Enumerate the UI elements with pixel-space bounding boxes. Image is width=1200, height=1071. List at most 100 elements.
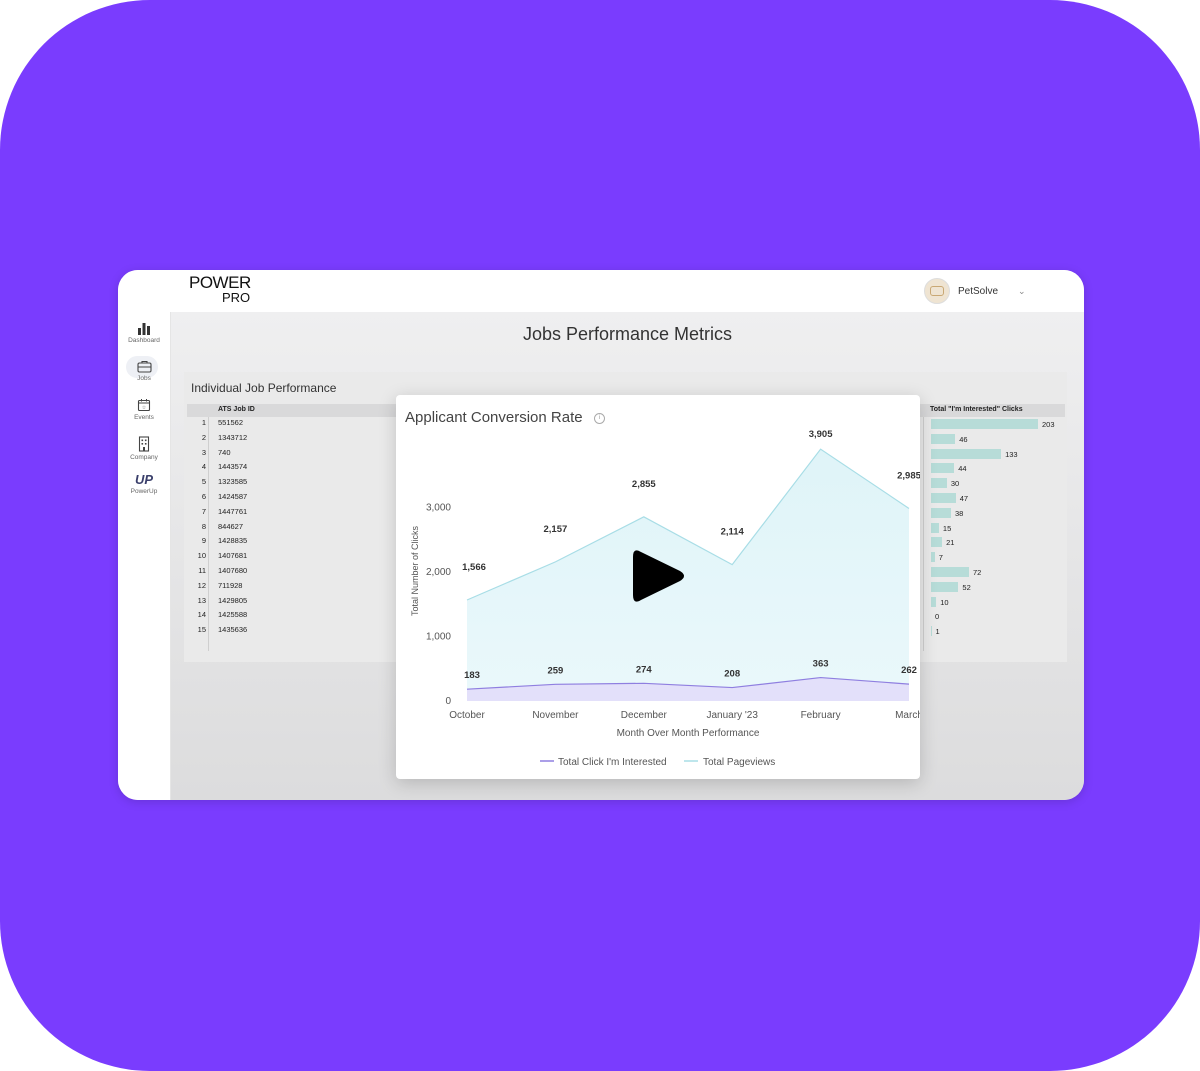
- row-number: 2: [201, 432, 206, 442]
- sidebar-label: PowerUp: [130, 488, 158, 495]
- pageviews-area: [467, 449, 909, 701]
- ats-job-id: 1447761: [218, 506, 248, 516]
- x-axis-title: Month Over Month Performance: [617, 728, 760, 739]
- pageviews-data-label: 2,114: [721, 527, 745, 538]
- page-title: Jobs Performance Metrics: [522, 324, 733, 344]
- x-tick-label: October: [449, 710, 485, 721]
- clicks-data-label: 363: [813, 659, 829, 670]
- sidebar-label: Company: [130, 454, 158, 461]
- clicks-value: 10: [940, 597, 949, 607]
- ats-job-id: 551562: [218, 418, 244, 427]
- sidebar-item-company[interactable]: Company: [118, 436, 170, 461]
- power-pro-logo[interactable]: POWER PRO: [189, 273, 251, 305]
- y-tick-label: 0: [445, 696, 451, 707]
- powerup-logo-icon: UP: [135, 472, 153, 486]
- col-ats-job-id[interactable]: ATS Job ID: [218, 406, 255, 413]
- sidebar-item-dashboard[interactable]: Dashboard: [118, 322, 170, 344]
- clicks-value: 30: [950, 479, 960, 489]
- chevron-down-icon[interactable]: ⌄: [1018, 286, 1026, 297]
- ats-job-id: 1425588: [218, 610, 248, 620]
- sidebar-item-events[interactable]: ☆ Events: [118, 398, 170, 421]
- bar-chart-icon: [138, 323, 150, 335]
- row-number: 9: [201, 536, 206, 546]
- clicks-value: 47: [959, 494, 969, 503]
- clicks-value: 0: [935, 612, 940, 622]
- top-bar: POWER PRO PetSolve ⌄: [118, 270, 1084, 312]
- ats-job-id: 1428835: [218, 536, 248, 546]
- ats-job-id: 1435636: [218, 625, 248, 635]
- conversion-chart: 0 1,000 2,000 3,000 October November December J…: [410, 429, 920, 768]
- pageviews-data-label: 3,905: [809, 429, 833, 440]
- ats-job-id: 711928: [218, 580, 243, 590]
- sidebar: Dashboard Jobs ☆ Events Company UP Power…: [118, 312, 171, 800]
- building-icon: [138, 436, 150, 452]
- pageviews-data-label: 2,855: [632, 479, 656, 490]
- ats-job-id: 844627: [218, 521, 244, 531]
- legend-label-clicks: Total Click I'm Interested: [558, 757, 667, 768]
- clicks-value: 38: [955, 508, 964, 518]
- briefcase-icon: [136, 360, 152, 373]
- ats-job-id: 1424587: [218, 492, 248, 501]
- ats-job-id: 1443574: [218, 462, 248, 472]
- row-number: 4: [201, 462, 206, 472]
- x-tick-label: November: [532, 710, 579, 721]
- purple-frame: POWER PRO PetSolve ⌄ Dashboard Jobs ☆ Ev…: [0, 0, 1200, 1071]
- clicks-value: 46: [959, 434, 968, 444]
- logo-line-1: POWER: [189, 273, 251, 292]
- clicks-value: 133: [1005, 449, 1018, 459]
- col-interested-clicks[interactable]: Total "I'm Interested" Clicks: [930, 406, 1023, 413]
- x-tick-label: January '23: [707, 710, 759, 721]
- account-menu[interactable]: PetSolve ⌄: [924, 278, 1026, 304]
- clicks-bar: [931, 478, 947, 489]
- y-axis-title: Total Number of Clicks: [410, 525, 420, 616]
- clicks-data-label: 183: [464, 670, 480, 681]
- clicks-value: 21: [946, 538, 955, 548]
- row-number: 3: [201, 447, 206, 457]
- y-tick-label: 2,000: [426, 567, 451, 578]
- clicks-bar: [931, 507, 952, 518]
- x-tick-label: February: [801, 710, 841, 721]
- clicks-value: 52: [962, 582, 971, 592]
- sidebar-label: Events: [134, 414, 154, 421]
- pageviews-data-label: 2,157: [544, 524, 568, 535]
- chart-modal: Applicant Conversion Rate i 0 1,000 2,000 3…: [396, 395, 920, 779]
- clicks-bar: [931, 626, 932, 637]
- x-tick-label: March: [895, 710, 920, 721]
- ats-job-id: 1323585: [218, 477, 248, 487]
- sidebar-label: Dashboard: [128, 337, 160, 344]
- row-number: 10: [197, 551, 206, 561]
- x-tick-label: December: [621, 710, 668, 721]
- ats-job-id: 740: [218, 447, 231, 457]
- logo-line-2: PRO: [222, 290, 251, 305]
- y-tick-label: 1,000: [426, 632, 451, 643]
- row-number: 1: [201, 418, 206, 427]
- row-number: 15: [197, 625, 206, 635]
- row-number: 7: [201, 506, 206, 516]
- ats-job-id: 1343712: [218, 432, 248, 442]
- clicks-bar: [931, 433, 956, 444]
- clicks-data-label: 259: [547, 665, 563, 676]
- row-number: 6: [201, 492, 206, 501]
- app-window: POWER PRO PetSolve ⌄ Dashboard Jobs ☆ Ev…: [118, 270, 1084, 800]
- clicks-bar: [931, 537, 943, 548]
- clicks-data-label: 274: [636, 664, 653, 675]
- sidebar-item-jobs[interactable]: Jobs: [118, 356, 170, 382]
- clicks-bar: [931, 419, 1038, 429]
- avatar: [924, 278, 950, 304]
- ats-job-id: 1407680: [218, 566, 248, 575]
- clicks-value: 1: [935, 627, 940, 637]
- clicks-value: 7: [938, 553, 943, 563]
- clicks-bar: [931, 596, 937, 607]
- clicks-value: 44: [958, 464, 967, 474]
- clicks-bar: [931, 552, 935, 563]
- clicks-data-label: 208: [724, 669, 740, 680]
- main-content: Jobs Performance Metrics Individual Job …: [171, 312, 1084, 800]
- sidebar-item-powerup[interactable]: UP PowerUp: [118, 472, 170, 495]
- clicks-bar: [931, 493, 956, 503]
- ats-job-id: 1429805: [218, 595, 248, 605]
- svg-text:☆: ☆: [142, 405, 147, 411]
- legend-label-pageviews: Total Pageviews: [703, 757, 775, 768]
- clicks-value: 72: [972, 568, 982, 577]
- calendar-icon: ☆: [137, 399, 151, 412]
- row-number: 13: [197, 595, 206, 605]
